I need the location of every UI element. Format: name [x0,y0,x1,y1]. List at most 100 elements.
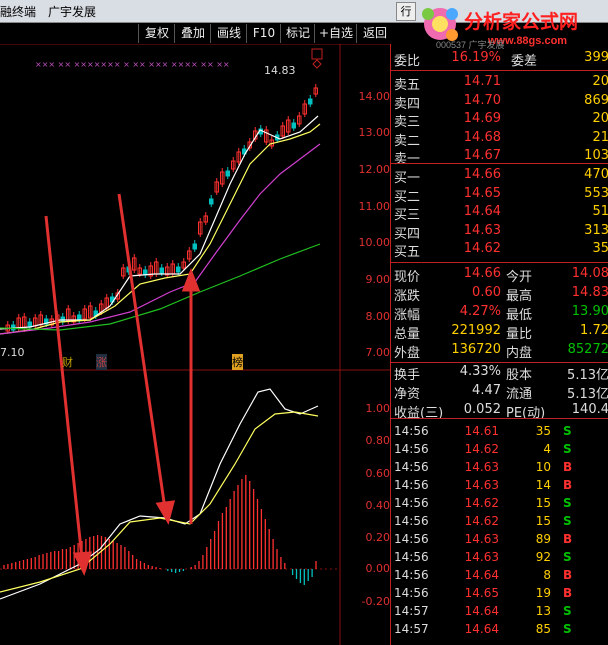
stock-name: 广宇发展 [48,5,97,19]
tick-time: 14:56 [394,478,429,492]
tick-time: 14:56 [394,496,429,510]
fuquan-button[interactable]: 复权 [138,24,175,43]
bid-price: 14.65 [463,185,501,201]
divider [391,362,608,363]
stat-value: 1.72 [580,323,608,338]
bid-row[interactable]: 买一 14.66 470 [391,167,608,186]
svg-text:××× ×× ××××××× × ×× ××× ×: ××× ×× ××××××× × ×× ××× ×××× ×× ×× [35,60,230,69]
app-title: 融终端 [0,5,37,19]
marker-zhang[interactable]: 涨 [96,354,107,370]
stat-label: 现价 [394,270,421,285]
stat-row: 外盘 136720 内盘 85272 [391,342,608,361]
ask-row[interactable]: 卖二 14.68 21 [391,129,608,149]
stat-label: 换手 [394,368,421,383]
tick-row: 14:56 14.62 15 S [391,496,608,514]
annotation-arrows [44,193,201,576]
tick-row: 14:56 14.61 35 S [391,424,608,442]
tick-row: 14:56 14.65 19 B [391,586,608,604]
stat-label: 今开 [506,270,533,285]
tick-price: 14.63 [464,532,499,546]
tick-time: 14:57 [394,622,429,636]
tick-side: S [563,604,572,618]
bid-label: 买五 [394,245,421,260]
tick-row: 14:56 14.63 10 B [391,460,608,478]
bid-row[interactable]: 买四 14.63 313 [391,223,608,242]
ask-volume: 869 [584,92,608,108]
bid-row[interactable]: 买二 14.65 553 [391,185,608,205]
bid-volume: 470 [584,167,608,182]
quote-panel: 委比 16.19% 委差 399 卖五 14.71 20 卖四 14.70 869 卖三 14… [390,44,608,645]
tick-time: 14:56 [394,514,429,528]
high-price-label: 14.83 [264,64,296,77]
kline-chart-area[interactable]: ××× ×× ××××××× × ×× ××× ×××× ×× ×× 14.00… [0,44,390,645]
stat-value: 221992 [451,323,501,338]
draw-line-button[interactable]: 画线 [210,24,247,43]
tick-time: 14:56 [394,424,429,438]
marker-cai[interactable]: 财 [62,354,73,370]
tick-volume: 92 [535,550,551,564]
tick-row: 14:56 14.63 92 S [391,550,608,568]
ask-volume: 103 [584,148,608,163]
tick-volume: 10 [535,460,551,474]
mark-button[interactable]: 标记 [280,24,315,43]
macd-axis-label: 1.00 [365,402,391,415]
tick-side: S [563,622,572,636]
tick-time: 14:56 [394,550,429,564]
stat-value: 14.08 [571,266,608,281]
stat-label: 最高 [506,289,533,304]
stat-value: 5.13亿 [567,368,608,383]
tick-row: 14:57 14.64 13 S [391,604,608,622]
tick-volume: 14 [535,478,551,492]
weibi-value: 16.19% [451,50,501,65]
stat-row: 涨跌 0.60 最高 14.83 [391,285,608,304]
stat-label: 涨跌 [394,289,421,304]
bid-label: 买二 [394,189,421,205]
ask-row[interactable]: 卖三 14.69 20 [391,111,608,130]
ask-row[interactable]: 卖四 14.70 869 [391,92,608,112]
macd-bars [3,475,317,585]
stat-label: 涨幅 [394,308,421,323]
tick-side: S [563,496,572,510]
bid-label: 买一 [394,171,421,186]
ask-volume: 20 [592,111,608,126]
kline-svg: ××× ×× ××××××× × ×× ××× ×××× ×× ×× [0,44,390,645]
price-axis-label: 13.00 [358,126,391,139]
stat-value: 0.60 [472,285,501,300]
add-favorite-button[interactable]: +自选 [314,24,357,43]
ask-price: 14.68 [463,129,501,145]
stat-label: 流通 [506,387,533,402]
ask-volume: 20 [592,74,608,89]
tick-price: 14.62 [464,442,499,456]
overlay-button[interactable]: 叠加 [174,24,211,43]
weicha-label: 委差 [511,54,538,69]
macd-axis-label: 0.20 [365,531,391,544]
bid-row[interactable]: 买五 14.62 35 [391,241,608,260]
tick-price: 14.61 [464,424,499,438]
bid-volume: 553 [584,185,608,201]
bid-row[interactable]: 买三 14.64 51 [391,204,608,223]
tick-price: 14.63 [464,478,499,492]
ask-row[interactable]: 卖五 14.71 20 [391,74,608,93]
marker-bang[interactable]: 榜 [232,354,243,370]
stat-label: 内盘 [506,346,533,361]
tick-volume: 15 [535,514,551,528]
stat-value: 0.052 [463,402,501,417]
tick-time: 14:56 [394,532,429,546]
tick-row: 14:56 14.63 14 B [391,478,608,496]
stat-value: 13.90 [571,304,608,319]
ma-line-green [0,243,321,331]
ask-price: 14.70 [463,92,501,108]
low-price-label: 7.10 [0,346,25,359]
row-button[interactable]: 行 [396,2,416,21]
tick-volume: 19 [535,586,551,600]
tick-side: B [563,568,573,582]
macd-axis-label: -0.20 [361,595,390,608]
price-axis-label: 9.00 [365,273,391,286]
stat-label: 最低 [506,308,533,323]
back-button[interactable]: 返回 [356,24,393,43]
tick-side: B [563,478,573,492]
tick-price: 14.63 [464,550,499,564]
tick-side: B [563,460,573,474]
ask-label: 卖四 [394,96,421,112]
f10-button[interactable]: F10 [246,24,281,43]
